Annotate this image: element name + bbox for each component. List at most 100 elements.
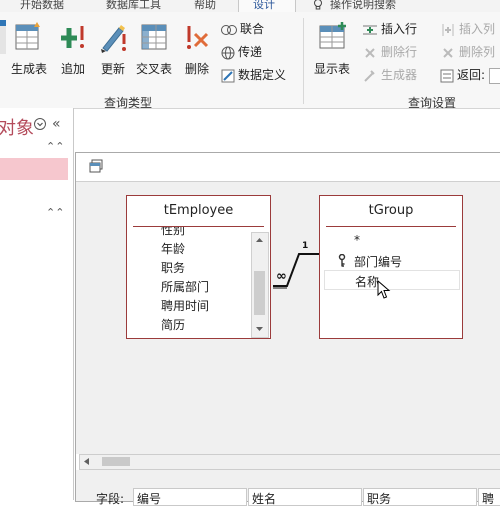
update-icon	[101, 25, 126, 53]
grid-field-cell[interactable]: 聘	[478, 488, 500, 506]
insert-rows-icon	[363, 25, 377, 34]
make-table-button[interactable]: 生成表	[8, 20, 50, 86]
field-item[interactable]: 简历	[161, 316, 185, 333]
delete-rows-button[interactable]: 删除行	[362, 43, 417, 63]
nav-collapse-icon[interactable]: «	[52, 116, 61, 132]
append-icon	[61, 26, 84, 48]
chevron-up-icon[interactable]: ⌃⌃	[46, 206, 64, 219]
data-definition-button[interactable]: 数据定义	[221, 66, 286, 86]
field-list-temployee[interactable]: tEmployee 性别 年龄 职务 所属部门 聘用时间 简历	[126, 195, 271, 339]
update-button[interactable]: 更新	[92, 20, 134, 86]
field-item[interactable]: 聘用时间	[161, 297, 209, 314]
append-button[interactable]: 追加	[52, 20, 94, 86]
delete-rows-label: 删除行	[381, 45, 418, 59]
scroll-down-icon[interactable]	[254, 323, 265, 334]
nav-selected-item[interactable]	[0, 158, 68, 180]
union-button[interactable]: 联合	[221, 20, 264, 40]
relationship-many-label: ∞	[276, 269, 287, 284]
tell-me-search[interactable]: 操作说明搜索	[330, 0, 396, 12]
field-list-scrollbar[interactable]	[251, 232, 269, 338]
tab-database-tools[interactable]: 数据库工具	[106, 0, 161, 12]
ribbon: 生成表 追加 更新 交叉表 删除 联合 传递 数据定义 查询类型 显示表 插入行…	[0, 12, 500, 110]
tab-design[interactable]: 设计	[238, 0, 296, 12]
crosstab-label: 交叉表	[135, 62, 172, 76]
show-table-button[interactable]: 显示表	[310, 20, 354, 86]
tab-help[interactable]: 帮助	[194, 0, 216, 12]
delete-columns-label: 删除列	[459, 45, 496, 59]
field-item[interactable]: *	[354, 233, 360, 247]
return-control[interactable]: 返回:	[440, 66, 500, 86]
scroll-left-icon[interactable]	[82, 457, 91, 466]
data-definition-label: 数据定义	[238, 68, 287, 82]
return-label: 返回:	[457, 68, 486, 82]
insert-columns-label: 插入列	[459, 22, 496, 36]
grid-field-cell[interactable]: 姓名	[248, 488, 362, 506]
grid-row-label: 字段:	[96, 492, 125, 506]
crosstab-button[interactable]: 交叉表	[133, 20, 175, 86]
table-diagram-pane: tEmployee 性别 年龄 职务 所属部门 聘用时间 简历 tGroup *…	[76, 182, 500, 454]
field-item[interactable]: 职务	[161, 259, 185, 276]
ribbon-tab-strip: 开始数据 数据库工具 帮助 设计 操作说明搜索	[0, 0, 500, 12]
field-list-title: tEmployee	[163, 203, 234, 218]
pass-through-button[interactable]: 传递	[221, 43, 262, 63]
insert-rows-label: 插入行	[381, 22, 418, 36]
field-list-title: tGroup	[368, 203, 414, 218]
design-grid: 字段: 编号 姓名 职务 聘	[76, 470, 500, 506]
chevron-up-icon[interactable]: ⌃⌃	[46, 140, 64, 153]
insert-columns-button[interactable]: 插入列	[440, 20, 495, 40]
delete-columns-icon	[443, 47, 453, 58]
pass-through-label: 传递	[238, 45, 263, 59]
crosstab-icon	[141, 24, 167, 50]
builder-label: 生成器	[381, 68, 418, 82]
field-item-hover[interactable]: 名称	[324, 270, 460, 290]
relationship-one-label: 1	[302, 241, 309, 251]
delete-icon	[187, 26, 209, 49]
grid-field-cell[interactable]: 编号	[133, 488, 247, 506]
lightbulb-icon	[314, 0, 322, 10]
navigation-pane: 对象 « ⌃⌃ ⌃⌃	[0, 108, 74, 500]
scroll-thumb[interactable]	[254, 271, 265, 315]
scroll-up-icon[interactable]	[254, 235, 265, 246]
delete-rows-icon	[365, 47, 375, 58]
delete-button[interactable]: 删除	[178, 20, 216, 86]
field-item[interactable]: 所属部门	[161, 278, 209, 295]
select-query-icon[interactable]	[0, 20, 6, 54]
delete-columns-button[interactable]: 删除列	[440, 43, 495, 63]
return-value-input[interactable]	[488, 67, 500, 84]
grid-field-value: 职务	[367, 492, 392, 506]
field-item[interactable]: 年龄	[161, 240, 185, 257]
nav-dropdown-icon[interactable]	[34, 118, 46, 130]
mouse-cursor-icon	[377, 280, 391, 299]
show-table-icon	[319, 22, 346, 49]
union-icon	[221, 24, 237, 35]
horizontal-scrollbar[interactable]	[79, 454, 500, 470]
field-list-body: 性别 年龄 职务 所属部门 聘用时间 简历	[127, 227, 251, 335]
grid-field-value: 姓名	[252, 492, 277, 506]
primary-key-icon	[338, 254, 346, 267]
field-item[interactable]: 部门编号	[354, 253, 402, 270]
return-icon	[440, 69, 454, 82]
insert-rows-button[interactable]: 插入行	[362, 20, 417, 40]
data-definition-icon	[221, 69, 235, 82]
delete-label: 删除	[184, 62, 209, 76]
builder-button[interactable]: 生成器	[362, 66, 417, 86]
field-list-divider	[326, 226, 456, 227]
union-label: 联合	[240, 22, 265, 36]
show-table-label: 显示表	[313, 62, 350, 76]
append-label: 追加	[60, 62, 85, 76]
grid-field-value: 编号	[137, 492, 162, 506]
field-item: 名称	[355, 275, 380, 289]
query-window-titlebar	[76, 153, 500, 182]
field-list-tgroup[interactable]: tGroup * 部门编号 名称	[319, 195, 463, 339]
tab-design-label: 设计	[253, 0, 275, 11]
grid-field-cell[interactable]: 职务	[363, 488, 477, 506]
query-icon	[89, 159, 103, 173]
query-setup-group-label: 查询设置	[408, 96, 457, 110]
field-item[interactable]: 性别	[161, 227, 185, 238]
make-table-label: 生成表	[10, 62, 47, 76]
scroll-thumb[interactable]	[102, 457, 130, 466]
query-type-group-label: 查询类型	[104, 96, 153, 110]
tab-external-data[interactable]: 开始数据	[20, 0, 64, 12]
nav-pane-title: 对象	[0, 118, 34, 139]
ribbon-group-divider	[303, 18, 304, 104]
